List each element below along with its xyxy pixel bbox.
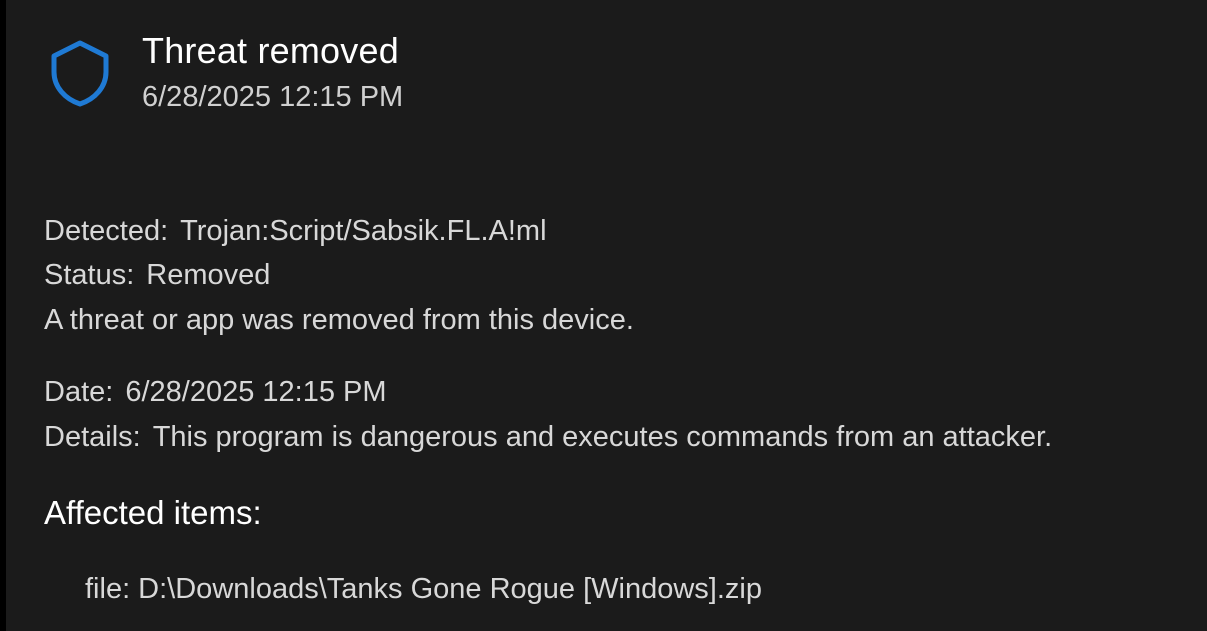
- date-value: 6/28/2025 12:15 PM: [125, 376, 387, 408]
- threat-description: A threat or app was removed from this de…: [44, 304, 634, 336]
- details-row: Details: This program is dangerous and ex…: [44, 421, 1052, 454]
- shield-icon: [51, 40, 109, 107]
- detected-row: Detected: Trojan:Script/Sabsik.FL.A!ml: [44, 215, 547, 248]
- detected-label: Detected:: [44, 215, 169, 247]
- details-value: This program is dangerous and executes c…: [152, 421, 1053, 453]
- date-label: Date:: [44, 376, 114, 408]
- affected-items-heading: Affected items:: [44, 494, 262, 531]
- threat-title: Threat removed: [142, 30, 399, 71]
- status-row: Status: Removed: [44, 259, 270, 292]
- affected-item: file: D:\Downloads\Tanks Gone Rogue [Win…: [85, 573, 762, 605]
- details-label: Details:: [44, 421, 141, 453]
- status-value: Removed: [146, 259, 271, 291]
- detected-value: Trojan:Script/Sabsik.FL.A!ml: [180, 215, 547, 247]
- date-row: Date: 6/28/2025 12:15 PM: [44, 376, 387, 409]
- threat-timestamp: 6/28/2025 12:15 PM: [142, 81, 404, 113]
- status-label: Status:: [44, 259, 135, 291]
